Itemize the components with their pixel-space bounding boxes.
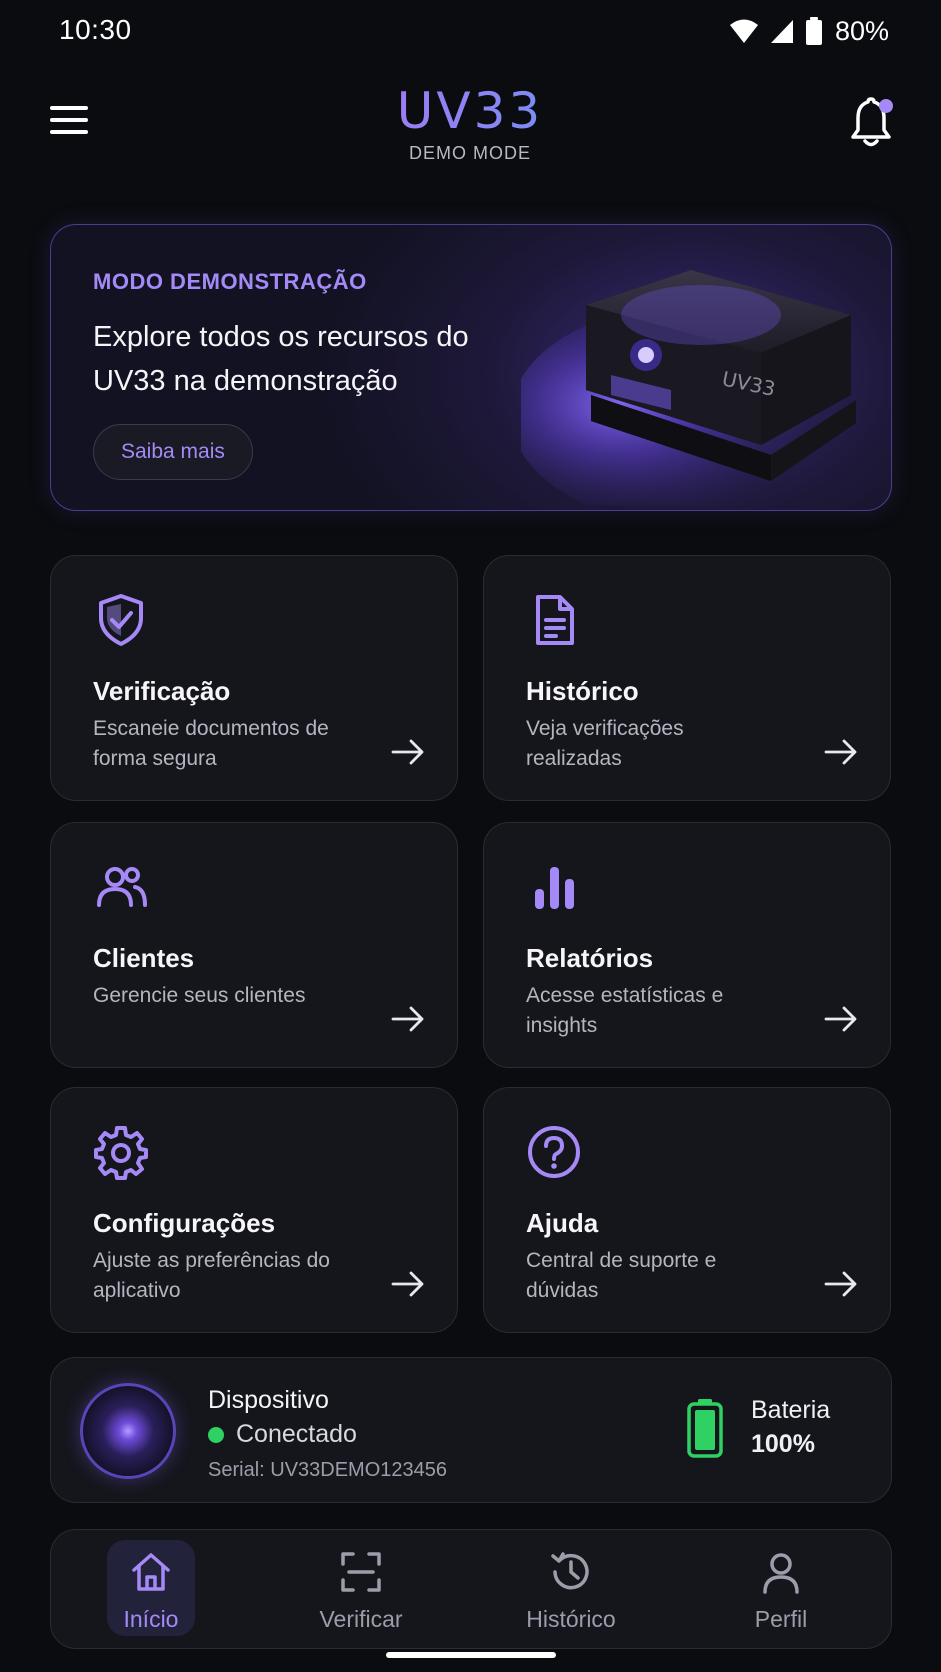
card-title: Configurações: [93, 1208, 276, 1238]
banner-title: Explore todos os recursos do UV33 na dem…: [93, 321, 469, 397]
shield-check-icon: [93, 592, 149, 648]
device-status-card[interactable]: Dispositivo Conectado Serial: UV33DEMO12…: [50, 1357, 892, 1503]
home-indicator[interactable]: [386, 1652, 556, 1658]
banner-eyebrow: MODO DEMONSTRAÇÃO: [93, 269, 367, 294]
battery-value: 100%: [751, 1430, 815, 1458]
nav-item-history[interactable]: Histórico: [471, 1530, 671, 1650]
menu-icon-bar: [50, 118, 88, 122]
arrow-right-icon: [391, 739, 425, 765]
feature-card-help-circle[interactable]: Ajuda Central de suporte e dúvidas: [483, 1087, 891, 1333]
user-icon: [759, 1550, 803, 1594]
card-description: Ajuste as preferências do aplicativo: [93, 1249, 330, 1302]
nav-label: Perfil: [754, 1606, 808, 1632]
scan-icon: [339, 1550, 383, 1594]
feature-card-users[interactable]: Clientes Gerencie seus clientes: [50, 822, 458, 1068]
status-icons: 80%: [729, 14, 889, 48]
document-icon: [526, 592, 582, 648]
feature-card-gear[interactable]: Configurações Ajuste as preferências do a…: [50, 1087, 458, 1333]
wifi-icon: [729, 19, 758, 43]
connected-dot-icon: [208, 1426, 224, 1443]
nav-label: Histórico: [526, 1606, 616, 1632]
notification-button[interactable]: [846, 96, 896, 150]
learn-more-button[interactable]: Saiba mais: [93, 424, 253, 480]
card-title: Relatórios: [526, 943, 654, 973]
bell-icon: [851, 97, 893, 147]
menu-icon-bar: [50, 130, 88, 134]
nav-label: Início: [123, 1606, 179, 1632]
logo-text: UV33: [397, 84, 543, 140]
bottom-navigation: Início Verificar Histórico Perfil: [50, 1529, 892, 1649]
arrow-right-icon: [824, 1271, 858, 1297]
signal-icon: [770, 20, 793, 43]
nav-label: Verificar: [319, 1606, 403, 1632]
device-serial: Serial: UV33DEMO123456: [208, 1459, 448, 1481]
device-title: Dispositivo: [208, 1386, 329, 1414]
arrow-right-icon: [824, 739, 858, 765]
uv33-logo: UV33: [397, 84, 543, 140]
card-description: Escaneie documentos de forma segura: [93, 717, 329, 770]
arrow-right-icon: [391, 1271, 425, 1297]
battery-icon: [805, 17, 822, 45]
users-icon: [93, 859, 149, 915]
card-title: Ajuda: [526, 1208, 599, 1238]
card-title: Verificação: [93, 676, 231, 706]
uv33-device-image: UV33: [521, 270, 871, 505]
card-description: Veja verificações realizadas: [526, 717, 684, 770]
battery-label: Bateria: [751, 1396, 831, 1424]
status-time: 10:30: [59, 14, 132, 45]
history-icon: [549, 1550, 593, 1594]
nav-item-user[interactable]: Perfil: [681, 1530, 881, 1650]
menu-button[interactable]: [46, 100, 92, 140]
feature-card-shield-check[interactable]: Verificação Escaneie documentos de forma …: [50, 555, 458, 801]
bar-chart-icon: [526, 859, 582, 915]
card-description: Gerencie seus clientes: [93, 984, 306, 1007]
battery-percent: 80%: [834, 15, 889, 46]
gear-icon: [93, 1124, 149, 1180]
feature-card-bar-chart[interactable]: Relatórios Acesse estatísticas e insights: [483, 822, 891, 1068]
home-icon: [129, 1550, 173, 1594]
menu-icon-bar: [50, 106, 88, 110]
card-title: Clientes: [93, 943, 195, 973]
logo-subtitle: DEMO MODE: [408, 143, 531, 163]
feature-card-document[interactable]: Histórico Veja verificações realizadas: [483, 555, 891, 801]
battery-icon: [687, 1399, 723, 1458]
status-bar: 10:30 80%: [0, 0, 941, 62]
device-status-label: Conectado: [236, 1420, 357, 1448]
card-description: Acesse estatísticas e insights: [526, 984, 724, 1037]
nav-item-home[interactable]: Início: [51, 1530, 251, 1650]
nav-item-scan[interactable]: Verificar: [261, 1530, 461, 1650]
help-circle-icon: [526, 1124, 582, 1180]
demo-banner: MODO DEMONSTRAÇÃO Explore todos os recur…: [50, 224, 892, 511]
device-indicator: [80, 1383, 176, 1479]
card-description: Central de suporte e dúvidas: [526, 1249, 717, 1302]
card-title: Histórico: [526, 676, 639, 706]
arrow-right-icon: [391, 1006, 425, 1032]
arrow-right-icon: [824, 1006, 858, 1032]
device-connection-status: Conectado: [208, 1420, 357, 1449]
notification-dot: [879, 99, 893, 113]
